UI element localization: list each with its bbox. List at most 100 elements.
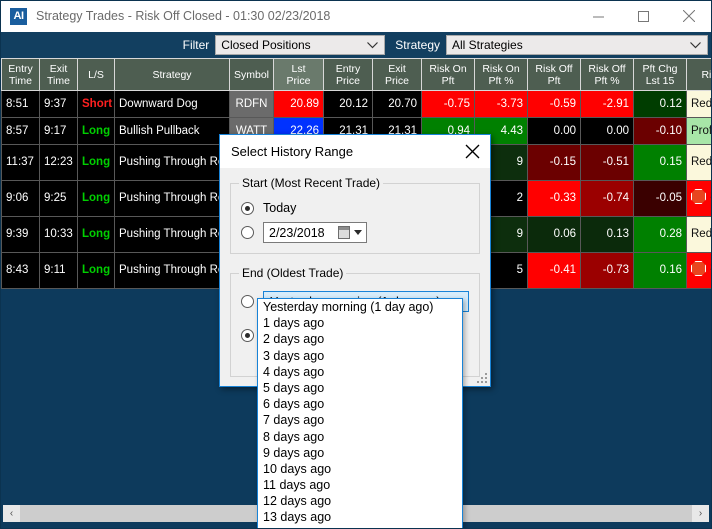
dropdown-option[interactable]: 2 days ago	[258, 331, 462, 347]
cell-exit-price: 20.70	[372, 90, 422, 118]
cell-risk-on-pft: -0.75	[421, 90, 475, 118]
end-date-radio[interactable]	[241, 329, 254, 342]
cell-long-short: Short	[77, 90, 115, 118]
cell-strategy: Pushing Through Resistance	[114, 144, 230, 181]
end-combo-radio[interactable]	[241, 295, 254, 308]
start-date-radio[interactable]	[241, 226, 254, 239]
header-line1: Risk On	[482, 62, 520, 75]
cell-strategy: Pushing Through Resistance	[114, 180, 230, 217]
scroll-right-arrow-icon[interactable]: ›	[692, 505, 709, 522]
start-today-radio-row[interactable]: Today	[241, 201, 471, 215]
column-header-symbol[interactable]: Symbol	[229, 58, 274, 91]
column-header-entry-price[interactable]: Entry Price	[323, 58, 373, 91]
cell-risk-off-pft-pct: -0.73	[580, 252, 634, 289]
cell-risk-off-exit: Reduce Ris	[686, 216, 711, 253]
column-header-strategy[interactable]: Strategy	[114, 58, 230, 91]
header-line2: Pft	[441, 74, 455, 87]
window-title: Strategy Trades - Risk Off Closed - 01:3…	[36, 9, 331, 23]
cell-risk-off-exit: Reduce Ris	[686, 144, 711, 181]
dialog-resize-grip[interactable]	[474, 370, 487, 383]
cell-strategy: Downward Dog	[114, 90, 230, 118]
header-line1: Exit	[49, 62, 68, 75]
dropdown-option[interactable]: 3 days ago	[258, 348, 462, 364]
column-header-lst-price[interactable]: Lst Price	[273, 58, 324, 91]
chevron-down-icon[interactable]	[354, 230, 362, 235]
header-line2: Time	[47, 74, 70, 87]
cell-long-short: Long	[77, 252, 115, 289]
cell-strategy: Bullish Pullback	[114, 117, 230, 145]
header-line2: Price	[286, 74, 311, 87]
cell-lst-price: 20.89	[273, 90, 324, 118]
cell-pft-chg-lst15: 0.28	[633, 216, 687, 253]
dropdown-option[interactable]: 12 days ago	[258, 493, 462, 509]
column-header-exit-time[interactable]: Exit Time	[39, 58, 78, 91]
cell-risk-off-pft: 0.06	[527, 216, 581, 253]
dropdown-option[interactable]: 14 days ago	[258, 526, 462, 528]
header-line1: Entry	[335, 62, 361, 75]
header-line2: Pft %	[488, 74, 514, 87]
header-line1: Lst	[291, 62, 306, 75]
header-line1: Pft Chg	[642, 62, 678, 75]
column-header-risk-on-pft-pct[interactable]: Risk On Pft %	[474, 58, 528, 91]
header-line1: Symbol	[233, 68, 269, 81]
cell-pft-chg-lst15: 0.16	[633, 252, 687, 289]
cell-strategy: Pushing Through Resistance	[114, 252, 230, 289]
end-range-dropdown-list[interactable]: Yesterday morning (1 day ago) 1 days ago 2…	[257, 298, 463, 528]
start-date-radio-row[interactable]: 2/23/2018	[241, 222, 471, 243]
start-group: Start (Most Recent Trade) Today 2/23/201…	[230, 176, 480, 254]
dropdown-option[interactable]: 8 days ago	[258, 429, 462, 445]
stop-octagon-icon	[691, 189, 706, 204]
close-icon[interactable]	[666, 1, 711, 31]
dropdown-option[interactable]: 5 days ago	[258, 380, 462, 396]
dropdown-option[interactable]: 4 days ago	[258, 364, 462, 380]
header-line2: Time	[9, 74, 32, 87]
cell-exit-time: 9:11	[39, 252, 78, 289]
header-line2: Pft %	[594, 74, 620, 87]
cell-risk-off-pft-pct: 0.13	[580, 216, 634, 253]
filter-toolbar: Filter Closed Positions Strategy All Str…	[1, 32, 711, 58]
header-line1: Risk Off	[535, 62, 573, 75]
cell-long-short: Long	[77, 216, 115, 253]
cell-risk-off-exit: Stop Hi	[686, 252, 711, 289]
table-row[interactable]: 8:51 9:37 Short Downward Dog RDFN 20.89 …	[1, 90, 711, 118]
dialog-close-icon[interactable]	[454, 135, 490, 168]
dropdown-option[interactable]: Yesterday morning (1 day ago)	[258, 299, 462, 315]
header-line2: Price	[385, 74, 409, 87]
cell-exit-time: 9:17	[39, 117, 78, 145]
column-header-risk-on-pft[interactable]: Risk On Pft	[421, 58, 475, 91]
column-header-pft-chg-lst15[interactable]: Pft Chg Lst 15	[633, 58, 687, 91]
column-header-long-short[interactable]: L/S	[77, 58, 115, 91]
column-header-risk-off-exit[interactable]: Risk Off E	[686, 58, 711, 91]
column-header-risk-off-pft[interactable]: Risk Off Pft	[527, 58, 581, 91]
cell-strategy: Pushing Through Resistance	[114, 216, 230, 253]
maximize-icon[interactable]	[621, 1, 666, 31]
cell-risk-off-pft-pct: -0.51	[580, 144, 634, 181]
scroll-left-arrow-icon[interactable]: ‹	[3, 505, 20, 522]
start-today-radio[interactable]	[241, 201, 254, 215]
dropdown-option[interactable]: 9 days ago	[258, 445, 462, 461]
cell-risk-off-pft: -0.59	[527, 90, 581, 118]
dropdown-option[interactable]: 13 days ago	[258, 509, 462, 525]
dropdown-option[interactable]: 11 days ago	[258, 477, 462, 493]
cell-risk-off-pft: -0.33	[527, 180, 581, 217]
dropdown-option[interactable]: 1 days ago	[258, 315, 462, 331]
column-header-risk-off-pft-pct[interactable]: Risk Off Pft %	[580, 58, 634, 91]
minimize-icon[interactable]	[576, 1, 621, 31]
filter-select-value: Closed Positions	[221, 38, 311, 52]
cell-exit-time: 12:23	[39, 144, 78, 181]
strategy-select[interactable]: All Strategies	[446, 35, 708, 55]
column-header-entry-time[interactable]: Entry Time	[1, 58, 40, 91]
calendar-icon	[338, 226, 350, 239]
filter-select[interactable]: Closed Positions	[215, 35, 386, 55]
column-header-exit-price[interactable]: Exit Price	[372, 58, 422, 91]
dropdown-option[interactable]: 7 days ago	[258, 412, 462, 428]
cell-risk-off-exit: Stop Hi	[686, 180, 711, 217]
cell-risk-off-exit: Reduce Ris	[686, 90, 711, 118]
chevron-down-icon	[367, 36, 379, 54]
dropdown-option[interactable]: 10 days ago	[258, 461, 462, 477]
header-line2: Price	[336, 74, 360, 87]
application-window: AI Strategy Trades - Risk Off Closed - 0…	[0, 0, 712, 529]
cell-risk-off-pft-pct: 0.00	[580, 117, 634, 145]
dropdown-option[interactable]: 6 days ago	[258, 396, 462, 412]
start-date-picker[interactable]: 2/23/2018	[263, 222, 367, 243]
